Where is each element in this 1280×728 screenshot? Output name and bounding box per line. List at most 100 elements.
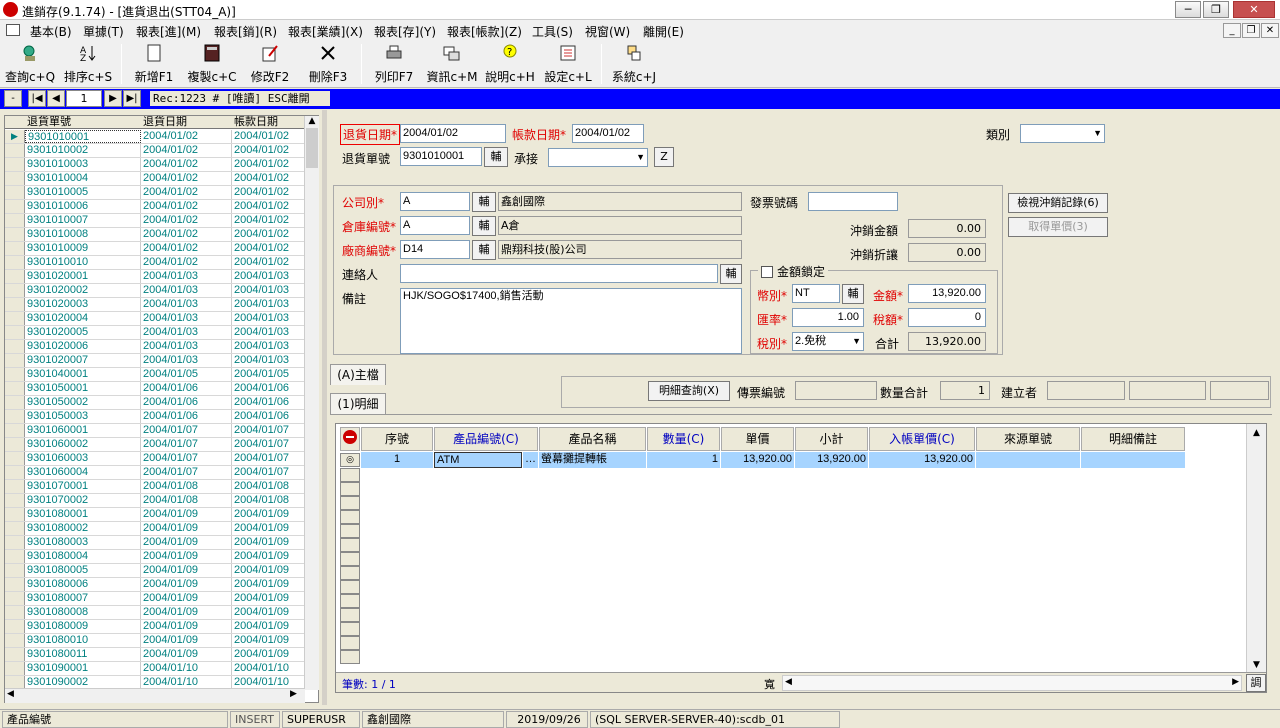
grid-cell-product-code[interactable]: ATM [434, 452, 522, 468]
menu-exit[interactable]: 離開(E) [643, 23, 684, 40]
page-input[interactable]: 1 [66, 90, 102, 107]
list-item[interactable]: 9301080007 2004/01/09 2004/01/09 [5, 592, 305, 606]
prev-record-button[interactable]: ◀ [47, 90, 65, 107]
list-item[interactable]: 9301020003 2004/01/03 2004/01/03 [5, 298, 305, 312]
scroll-down-icon[interactable]: ▼ [1247, 660, 1266, 670]
list-horizontal-scrollbar[interactable]: ◀ ▶ [5, 688, 305, 703]
query-button[interactable]: 查詢c+Q [4, 42, 56, 86]
delete-button[interactable]: 刪除F3 [304, 42, 352, 86]
first-record-button[interactable]: |◀ [28, 90, 46, 107]
col-return-date[interactable]: 退貨日期 [143, 116, 187, 128]
list-item[interactable]: 9301020001 2004/01/03 2004/01/03 [5, 270, 305, 284]
scroll-up-icon[interactable]: ▲ [1247, 428, 1266, 438]
list-item[interactable]: 9301050001 2004/01/06 2004/01/06 [5, 382, 305, 396]
grid-cell-product-name[interactable]: 螢幕攤提轉帳 [539, 452, 646, 468]
grid-col-product-name[interactable]: 產品名稱 [539, 427, 646, 451]
list-item[interactable]: 9301080005 2004/01/09 2004/01/09 [5, 564, 305, 578]
return-date-field[interactable]: 2004/01/02 [400, 124, 506, 143]
list-item[interactable]: 9301060003 2004/01/07 2004/01/07 [5, 452, 305, 466]
menu-report-accounts[interactable]: 報表[帳款](Z) [447, 23, 522, 40]
copy-button[interactable]: 複製c+C [184, 42, 240, 86]
tax-type-select[interactable]: 2.免稅 ▼ [792, 332, 864, 351]
last-record-button[interactable]: ▶| [123, 90, 141, 107]
return-no-field[interactable]: 9301010001 [400, 147, 482, 166]
list-item[interactable]: 9301010002 2004/01/02 2004/01/02 [5, 144, 305, 158]
amount-lock-checkbox[interactable] [761, 265, 773, 278]
list-item[interactable]: 9301080003 2004/01/09 2004/01/09 [5, 536, 305, 550]
menu-tools[interactable]: 工具(S) [532, 23, 573, 40]
grid-cell-unit-price[interactable]: 13,920.00 [721, 452, 794, 468]
mdi-minimize-button[interactable]: _ [1223, 23, 1241, 38]
panel-splitter[interactable] [322, 110, 327, 705]
contact-field[interactable] [400, 264, 718, 283]
print-button[interactable]: 列印F7 [370, 42, 418, 86]
system-button[interactable]: 系統c+J [610, 42, 658, 86]
get-price-button[interactable]: 取得單價(3) [1008, 217, 1108, 237]
menu-documents[interactable]: 單據(T) [83, 23, 124, 40]
grid-col-entry-price[interactable]: 入帳單價(C) [869, 427, 975, 451]
tab-detail[interactable]: (1)明細 [330, 393, 386, 414]
list-item[interactable]: 9301050003 2004/01/06 2004/01/06 [5, 410, 305, 424]
scroll-right-icon[interactable]: ▶ [290, 689, 297, 699]
list-item[interactable]: 9301070002 2004/01/08 2004/01/08 [5, 494, 305, 508]
scroll-right-icon[interactable]: ▶ [1232, 677, 1239, 687]
adjust-button[interactable]: 調 [1246, 674, 1266, 692]
list-item[interactable]: 9301060004 2004/01/07 2004/01/07 [5, 466, 305, 480]
currency-lookup-button[interactable]: 輔 [842, 284, 864, 304]
list-item[interactable]: 9301070001 2004/01/08 2004/01/08 [5, 480, 305, 494]
edit-button[interactable]: 修改F2 [246, 42, 294, 86]
settings-button[interactable]: 設定c+L [542, 42, 594, 86]
list-item[interactable]: 9301010008 2004/01/02 2004/01/02 [5, 228, 305, 242]
next-record-button[interactable]: ▶ [104, 90, 122, 107]
note-textarea[interactable]: HJK/SOGO$17400,銷售活動 [400, 288, 742, 354]
list-item[interactable]: 9301020002 2004/01/03 2004/01/03 [5, 284, 305, 298]
grid-cell-subtotal[interactable]: 13,920.00 [795, 452, 868, 468]
tab-main[interactable]: (A)主檔 [330, 364, 386, 385]
menu-report-sales[interactable]: 報表[銷](R) [214, 23, 277, 40]
help-button[interactable]: ? 說明c+H [484, 42, 536, 86]
list-item[interactable]: 9301010006 2004/01/02 2004/01/02 [5, 200, 305, 214]
col-return-no[interactable]: 退貨單號 [27, 116, 71, 128]
list-item[interactable]: 9301020004 2004/01/03 2004/01/03 [5, 312, 305, 326]
scroll-left-icon[interactable]: ◀ [7, 689, 14, 699]
col-account-date[interactable]: 帳款日期 [234, 116, 278, 128]
sort-button[interactable]: AZ 排序c+S [62, 42, 114, 86]
list-item[interactable]: 9301080006 2004/01/09 2004/01/09 [5, 578, 305, 592]
grid-vertical-scrollbar[interactable]: ▲ ▼ [1246, 424, 1266, 672]
grid-cell-source-no[interactable] [976, 452, 1080, 468]
company-lookup-button[interactable]: 輔 [472, 192, 496, 212]
list-item[interactable]: 9301060002 2004/01/07 2004/01/07 [5, 438, 305, 452]
list-item[interactable]: 9301080009 2004/01/09 2004/01/09 [5, 620, 305, 634]
list-item[interactable]: 9301080001 2004/01/09 2004/01/09 [5, 508, 305, 522]
grid-col-product-code[interactable]: 產品編號(C) [434, 427, 538, 451]
list-item[interactable]: 9301010003 2004/01/02 2004/01/02 [5, 158, 305, 172]
list-item[interactable]: ▶ 9301010001 2004/01/02 2004/01/02 [5, 130, 305, 144]
warehouse-code-field[interactable]: A [400, 216, 470, 235]
grid-col-qty[interactable]: 數量(C) [647, 427, 720, 451]
grid-col-source-no[interactable]: 來源單號 [976, 427, 1080, 451]
list-item[interactable]: 9301020005 2004/01/03 2004/01/03 [5, 326, 305, 340]
grid-cell-detail-note[interactable] [1081, 452, 1185, 468]
contact-lookup-button[interactable]: 輔 [720, 264, 742, 284]
vendor-lookup-button[interactable]: 輔 [472, 240, 496, 260]
tax-field[interactable]: 0 [908, 308, 986, 327]
list-item[interactable]: 9301010007 2004/01/02 2004/01/02 [5, 214, 305, 228]
view-offset-button[interactable]: 檢視沖銷記錄(6) [1008, 193, 1108, 213]
scroll-left-icon[interactable]: ◀ [785, 677, 792, 687]
invoice-field[interactable] [808, 192, 898, 211]
rate-field[interactable]: 1.00 [792, 308, 864, 327]
list-item[interactable]: 9301080004 2004/01/09 2004/01/09 [5, 550, 305, 564]
warehouse-lookup-button[interactable]: 輔 [472, 216, 496, 236]
grid-horizontal-scrollbar[interactable]: ◀ ▶ [782, 675, 1242, 691]
collapse-button[interactable]: - [4, 90, 22, 107]
menu-report-purchase[interactable]: 報表[進](M) [136, 23, 201, 40]
list-item[interactable]: 9301080002 2004/01/09 2004/01/09 [5, 522, 305, 536]
mdi-restore-button[interactable]: ❐ [1242, 23, 1260, 38]
list-item[interactable]: 9301040001 2004/01/05 2004/01/05 [5, 368, 305, 382]
list-item[interactable]: 9301020007 2004/01/03 2004/01/03 [5, 354, 305, 368]
grid-corner-icon[interactable] [340, 427, 360, 451]
scroll-up-icon[interactable]: ▲ [305, 116, 319, 126]
list-item[interactable]: 9301010009 2004/01/02 2004/01/02 [5, 242, 305, 256]
grid-cell-seq[interactable]: 1 [361, 452, 433, 468]
category-select[interactable]: ▼ [1020, 124, 1105, 143]
